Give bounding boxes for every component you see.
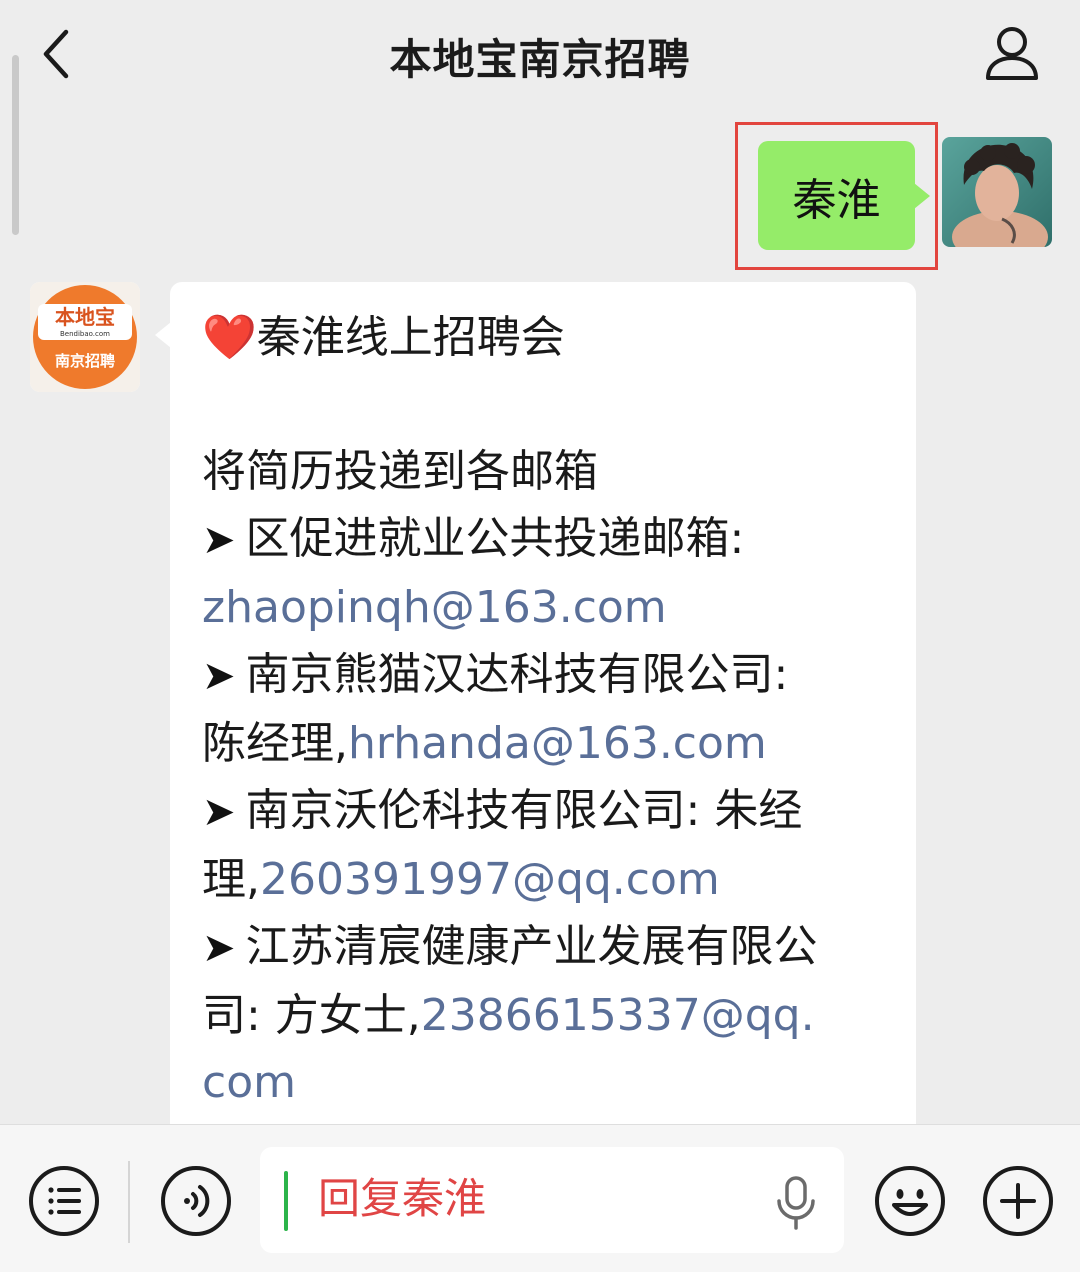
bendibao-logo: 本地宝 Bendibao.com 南京招聘 — [30, 282, 140, 392]
incoming-message-bubble[interactable]: ❤️秦淮线上招聘会 将简历投递到各邮箱 ➤ 区促进就业公共投递邮箱: zhaopi… — [170, 282, 916, 1182]
input-bar: 回复秦淮 — [0, 1124, 1080, 1272]
bar-divider — [128, 1161, 130, 1243]
user-avatar-image — [942, 137, 1052, 247]
message-title-text: 秦淮线上招聘会 — [256, 312, 565, 363]
message-title: ❤️秦淮线上招聘会 — [202, 304, 886, 371]
person-icon — [986, 27, 1038, 80]
message-line-4-email-row: 司: 方女士,2386615337@qq. — [202, 982, 886, 1049]
message-line-1: ➤ 区促进就业公共投递邮箱: — [202, 505, 886, 574]
outgoing-message-text: 秦淮 — [792, 174, 881, 226]
logo-site-text: Bendibao.com — [60, 330, 110, 338]
voice-icon — [161, 1166, 231, 1236]
email-link-3[interactable]: 260391997@qq.com — [260, 854, 720, 905]
message-line-4: ➤ 江苏清宸健康产业发展有限公 — [202, 913, 886, 982]
reply-input[interactable]: 回复秦淮 — [260, 1147, 844, 1253]
smiley-icon — [875, 1166, 945, 1236]
outgoing-message-highlight: 秦淮 — [735, 122, 938, 270]
email-link-4-cont[interactable]: com — [202, 1057, 296, 1108]
user-avatar[interactable] — [942, 137, 1052, 247]
line-1-text: 区促进就业公共投递邮箱: — [245, 513, 745, 564]
logo-sub-text: 南京招聘 — [55, 352, 115, 370]
line-4-contact: 司: 方女士, — [202, 990, 421, 1041]
official-account-avatar[interactable]: 本地宝 Bendibao.com 南京招聘 — [30, 282, 140, 392]
voice-button[interactable] — [160, 1165, 232, 1237]
chevron-left-icon — [43, 29, 69, 79]
outgoing-bubble-tail — [914, 183, 930, 209]
text-caret — [284, 1171, 288, 1231]
message-line-2-email-row: 陈经理,hrhanda@163.com — [202, 710, 886, 777]
emoji-button[interactable] — [874, 1165, 946, 1237]
plus-icon — [983, 1166, 1053, 1236]
line-3-contact: 理, — [202, 854, 260, 905]
chat-header: 本地宝南京招聘 — [0, 0, 1080, 112]
message-line-1-email-row: zhaopinqh@163.com — [202, 574, 886, 641]
outgoing-message-bubble[interactable]: 秦淮 — [758, 141, 915, 250]
back-button[interactable] — [28, 22, 88, 86]
line-3-text: 南京沃伦科技有限公司: 朱经 — [245, 785, 803, 836]
message-intro: 将简历投递到各邮箱 — [202, 446, 598, 497]
incoming-bubble-tail — [155, 322, 171, 348]
logo-brand-text: 本地宝 — [55, 305, 115, 329]
message-line-4-email-cont: com — [202, 1049, 886, 1116]
arrow-icon: ➤ — [202, 789, 236, 835]
email-link-4[interactable]: 2386615337@qq. — [421, 990, 815, 1041]
chat-title: 本地宝南京招聘 — [389, 34, 691, 84]
scroll-indicator[interactable] — [12, 55, 19, 235]
reply-placeholder: 回复秦淮 — [318, 1174, 487, 1223]
arrow-icon: ➤ — [202, 653, 236, 699]
more-button[interactable] — [982, 1165, 1054, 1237]
chat-screen: 本地宝南京招聘 秦淮 本地宝 Bendibao.com 南京招聘 ❤️秦淮线上招… — [0, 0, 1080, 1272]
line-4-text: 江苏清宸健康产业发展有限公 — [245, 921, 818, 972]
message-line-3-email-row: 理,260391997@qq.com — [202, 846, 886, 913]
arrow-icon: ➤ — [202, 925, 236, 971]
email-link-1[interactable]: zhaopinqh@163.com — [202, 582, 667, 633]
menu-button[interactable] — [28, 1165, 100, 1237]
email-link-2[interactable]: hrhanda@163.com — [348, 718, 767, 769]
message-line-3: ➤ 南京沃伦科技有限公司: 朱经 — [202, 777, 886, 846]
message-line-2: ➤ 南京熊猫汉达科技有限公司: — [202, 641, 886, 710]
arrow-icon: ➤ — [202, 517, 236, 563]
microphone-icon — [777, 1176, 815, 1230]
line-2-contact: 陈经理, — [202, 718, 348, 769]
mic-button[interactable] — [774, 1175, 818, 1231]
heart-icon: ❤️ — [202, 312, 257, 363]
line-2-text: 南京熊猫汉达科技有限公司: — [245, 649, 789, 700]
list-icon — [29, 1166, 99, 1236]
profile-button[interactable] — [980, 22, 1044, 86]
